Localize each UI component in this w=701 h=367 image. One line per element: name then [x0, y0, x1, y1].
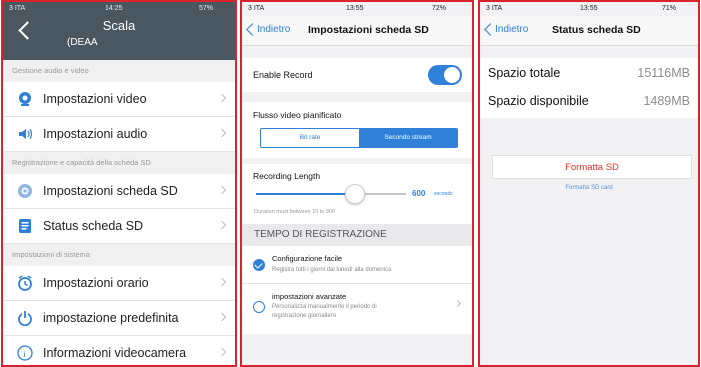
- scheduled-stream-row: Flusso video pianificato Bit rate Second…: [242, 102, 472, 158]
- nav-bar: Indietro Status scheda SD: [480, 16, 698, 46]
- status-carrier: 3 ITA: [486, 5, 503, 12]
- format-sd-caption: Formatta SD card: [565, 185, 613, 191]
- chevron-right-icon: [217, 93, 227, 103]
- radio-unselected-icon: [253, 301, 265, 313]
- option-title: impostazioni avanzate: [272, 292, 347, 301]
- recording-length-unit: seconds: [434, 191, 453, 197]
- power-icon: [18, 311, 32, 326]
- chevron-right-icon: [217, 128, 227, 138]
- menu-item-label: Impostazioni scheda SD: [43, 184, 178, 198]
- chevron-right-icon: [217, 185, 227, 195]
- back-button[interactable]: Indietro: [495, 24, 528, 35]
- sd-capacity-card: Spazio totale 15116MB Spazio disponibile…: [480, 58, 698, 118]
- status-time: 13:55: [580, 5, 598, 12]
- scheduled-stream-label: Flusso video pianificato: [253, 110, 342, 120]
- status-battery: 71%: [662, 5, 677, 12]
- recording-time-section-header: TEMPO DI REGISTRAZIONE: [242, 224, 472, 246]
- menu-item-label: Status scheda SD: [43, 219, 144, 233]
- chevron-right-icon: [217, 347, 227, 357]
- format-sd-button[interactable]: Formatta SD: [492, 155, 692, 179]
- section-title: TEMPO DI REGISTRAZIONE: [254, 229, 387, 240]
- menu-item-video-settings[interactable]: Impostazioni video: [3, 82, 235, 117]
- toggle-knob: [444, 67, 460, 83]
- sd-status-icon: [19, 219, 31, 233]
- video-settings-icon: [19, 92, 31, 106]
- status-bar: 3 ITA 13:55 72%: [242, 2, 472, 16]
- back-button[interactable]: Indietro: [257, 24, 290, 35]
- available-space-value: 1489MB: [643, 94, 690, 108]
- audio-settings-icon: [19, 128, 33, 140]
- segment-second-stream[interactable]: Secondo stream: [359, 129, 457, 147]
- menu-item-sd-status[interactable]: Status scheda SD: [3, 209, 235, 244]
- recording-length-hint: Duration must between 15 to 900: [254, 209, 336, 215]
- menu-item-audio-settings[interactable]: Impostazioni audio: [3, 117, 235, 152]
- info-icon: i: [17, 345, 33, 361]
- svg-text:i: i: [23, 349, 26, 359]
- menu-item-camera-info[interactable]: i Informazioni videocamera: [3, 336, 235, 365]
- total-space-label: Spazio totale: [488, 66, 561, 80]
- slider-thumb[interactable]: [345, 184, 365, 204]
- enable-record-row: Enable Record: [242, 58, 472, 92]
- status-carrier: 3 ITA: [248, 5, 265, 12]
- section-header-sd: Registrazione e capacità della scheda SD: [3, 152, 235, 174]
- chevron-right-icon: [217, 312, 227, 322]
- device-id: (DEAA: [67, 37, 98, 48]
- status-battery: 72%: [432, 5, 447, 12]
- recording-length-value: 600: [412, 189, 426, 198]
- option-advanced-settings[interactable]: impostazioni avanzate Personalizza manua…: [242, 284, 472, 334]
- sd-status-panel: 3 ITA 13:55 71% Indietro Status scheda S…: [478, 0, 700, 367]
- menu-item-time-settings[interactable]: Impostazioni orario: [3, 266, 235, 301]
- nav-bar: Indietro Impostazioni scheda SD: [242, 16, 472, 46]
- menu-item-label: Impostazioni audio: [43, 127, 148, 141]
- section-header-audio-video: Gestione audio e video: [3, 60, 235, 82]
- sd-settings-panel: 3 ITA 13:55 72% Indietro Impostazioni sc…: [240, 0, 474, 367]
- option-title: Configurazione facile: [272, 254, 343, 263]
- menu-item-label: Informazioni videocamera: [43, 346, 187, 360]
- format-sd-label: Formatta SD: [565, 162, 619, 173]
- status-time: 14:25: [105, 5, 123, 12]
- status-battery: 57%: [199, 5, 214, 12]
- status-carrier: 3 ITA: [9, 5, 26, 12]
- app-header: 3 ITA 14:25 57% Scala (DEAA: [3, 2, 235, 60]
- page-title: Status scheda SD: [552, 24, 641, 36]
- checkmark-radio-icon: [253, 259, 265, 271]
- menu-item-label: impostazione predefinita: [43, 311, 179, 325]
- option-description-line2: registrazione giornaliero: [272, 313, 337, 319]
- status-time: 13:55: [346, 5, 364, 12]
- segment-bit-rate[interactable]: Bit rate: [261, 129, 359, 147]
- slider-fill: [256, 193, 355, 195]
- menu-item-sd-settings[interactable]: Impostazioni scheda SD: [3, 174, 235, 209]
- available-space-row: Spazio disponibile 1489MB: [480, 86, 698, 116]
- menu-item-default-settings[interactable]: impostazione predefinita: [3, 301, 235, 336]
- chevron-right-icon: [217, 277, 227, 287]
- enable-record-toggle[interactable]: [428, 65, 462, 85]
- enable-record-label: Enable Record: [253, 70, 313, 80]
- option-easy-setup[interactable]: Configurazione facile Registra tutti i g…: [242, 246, 472, 284]
- sd-settings-icon: [18, 184, 32, 198]
- total-space-value: 15116MB: [637, 66, 690, 80]
- page-title: Impostazioni scheda SD: [308, 24, 429, 36]
- total-space-row: Spazio totale 15116MB: [480, 58, 698, 88]
- recording-length-slider[interactable]: [256, 193, 406, 195]
- camera-settings-panel: 3 ITA 14:25 57% Scala (DEAA Gestione aud…: [1, 0, 237, 367]
- page-title: Scala: [102, 18, 136, 33]
- recording-length-label: Recording Length: [253, 171, 321, 181]
- status-bar: 3 ITA 13:55 71%: [480, 2, 698, 16]
- recording-length-row: Recording Length 600 seconds Duration mu…: [242, 164, 472, 224]
- menu-item-label: Impostazioni video: [43, 92, 147, 106]
- stream-segmented-control: Bit rate Secondo stream: [260, 128, 458, 148]
- available-space-label: Spazio disponibile: [488, 94, 589, 108]
- option-description: Registra tutti i giorni dal lunedì alla …: [272, 267, 392, 273]
- clock-icon: [18, 275, 32, 291]
- section-header-system: Impostazioni di sistema: [3, 244, 235, 266]
- option-description: Personalizza manualmente il periodo di: [272, 304, 377, 310]
- chevron-right-icon: [217, 220, 227, 230]
- menu-item-label: Impostazioni orario: [43, 276, 149, 290]
- chevron-right-icon: [453, 299, 462, 308]
